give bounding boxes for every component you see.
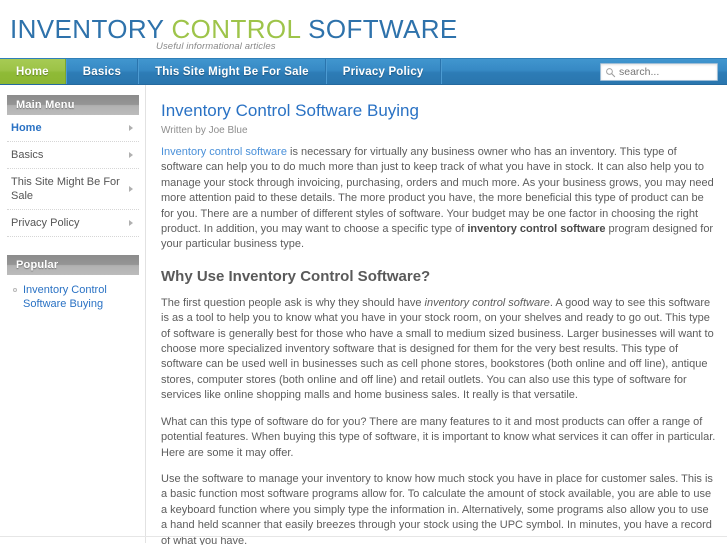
module-title-popular: Popular xyxy=(7,255,139,275)
search-input[interactable] xyxy=(619,66,713,78)
chevron-right-icon xyxy=(129,220,133,226)
nav-item-privacy-policy[interactable]: Privacy Policy xyxy=(325,59,441,84)
sidebar-item-label: This Site Might Be For Sale xyxy=(11,176,120,202)
search-icon xyxy=(606,67,616,77)
site-logo[interactable]: INVENTORY CONTROL SOFTWARE xyxy=(10,16,458,42)
logo-word-software: SOFTWARE xyxy=(308,14,458,44)
popular-item-label: Inventory Control Software Buying xyxy=(23,284,107,310)
article-paragraph-4: Use the software to manage your inventor… xyxy=(161,472,713,545)
site-header: INVENTORY CONTROL SOFTWARE Useful inform… xyxy=(0,0,727,58)
nav-item-this-site-might-be-for-sale[interactable]: This Site Might Be For Sale xyxy=(138,59,326,84)
sidebar-item-home[interactable]: Home xyxy=(7,115,139,142)
main-content: Inventory Control Software Buying Writte… xyxy=(146,85,727,545)
logo-word-control: CONTROL xyxy=(171,14,301,44)
paragraph-text: . A good way to see this software is as … xyxy=(161,296,714,402)
paragraph-text: is necessary for virtually any business … xyxy=(161,146,714,236)
list-item[interactable]: Inventory Control Software Buying xyxy=(11,283,135,311)
page-root: INVENTORY CONTROL SOFTWARE Useful inform… xyxy=(0,0,727,545)
article-paragraph-2: The first question people ask is why the… xyxy=(161,296,717,404)
bullet-icon xyxy=(13,288,17,292)
chevron-right-icon xyxy=(129,186,133,192)
paragraph-bold-term: inventory control software xyxy=(467,223,606,236)
module-main-menu: Main Menu Home Basics This Site Might Be… xyxy=(7,95,139,237)
main-menu-list: Home Basics This Site Might Be For Sale … xyxy=(7,115,139,237)
sidebar-item-label: Home xyxy=(11,122,42,134)
sidebar: Main Menu Home Basics This Site Might Be… xyxy=(0,85,146,543)
sidebar-item-basics[interactable]: Basics xyxy=(7,142,139,169)
inline-link-inventory-control-software[interactable]: Inventory control software xyxy=(161,146,287,158)
nav-item-label: Basics xyxy=(82,65,122,78)
chevron-right-icon xyxy=(129,125,133,131)
nav-item-home[interactable]: Home xyxy=(0,59,66,84)
article-byline: Written by Joe Blue xyxy=(161,125,248,136)
article-paragraph-3: What can this type of software do for yo… xyxy=(161,415,716,459)
footer-divider xyxy=(0,536,727,537)
paragraph-italic-term: inventory control software xyxy=(424,296,550,309)
sidebar-item-privacy-policy[interactable]: Privacy Policy xyxy=(7,210,139,237)
search-box[interactable] xyxy=(600,63,718,81)
module-title-main-menu: Main Menu xyxy=(7,95,139,115)
sidebar-item-label: Basics xyxy=(11,149,44,161)
page-body: Main Menu Home Basics This Site Might Be… xyxy=(0,85,727,545)
page-title: Inventory Control Software Buying xyxy=(161,101,419,120)
logo-word-inventory: INVENTORY xyxy=(10,14,164,44)
chevron-right-icon xyxy=(129,152,133,158)
paragraph-text: The first question people ask is why the… xyxy=(161,296,425,309)
popular-list: Inventory Control Software Buying xyxy=(7,275,139,319)
sidebar-item-this-site-might-be-for-sale[interactable]: This Site Might Be For Sale xyxy=(7,169,139,210)
section-heading: Why Use Inventory Control Software? xyxy=(161,267,431,285)
article-paragraph-1: Inventory control software is necessary … xyxy=(161,145,717,253)
site-tagline: Useful informational articles xyxy=(156,41,276,52)
main-navigation: Home Basics This Site Might Be For Sale … xyxy=(0,58,727,85)
module-popular: Popular Inventory Control Software Buyin… xyxy=(7,255,139,319)
sidebar-item-label: Privacy Policy xyxy=(11,217,80,229)
nav-item-basics[interactable]: Basics xyxy=(65,59,139,84)
nav-item-label: Privacy Policy xyxy=(342,65,424,78)
nav-item-label: This Site Might Be For Sale xyxy=(155,65,309,78)
nav-item-label: Home xyxy=(16,65,49,78)
